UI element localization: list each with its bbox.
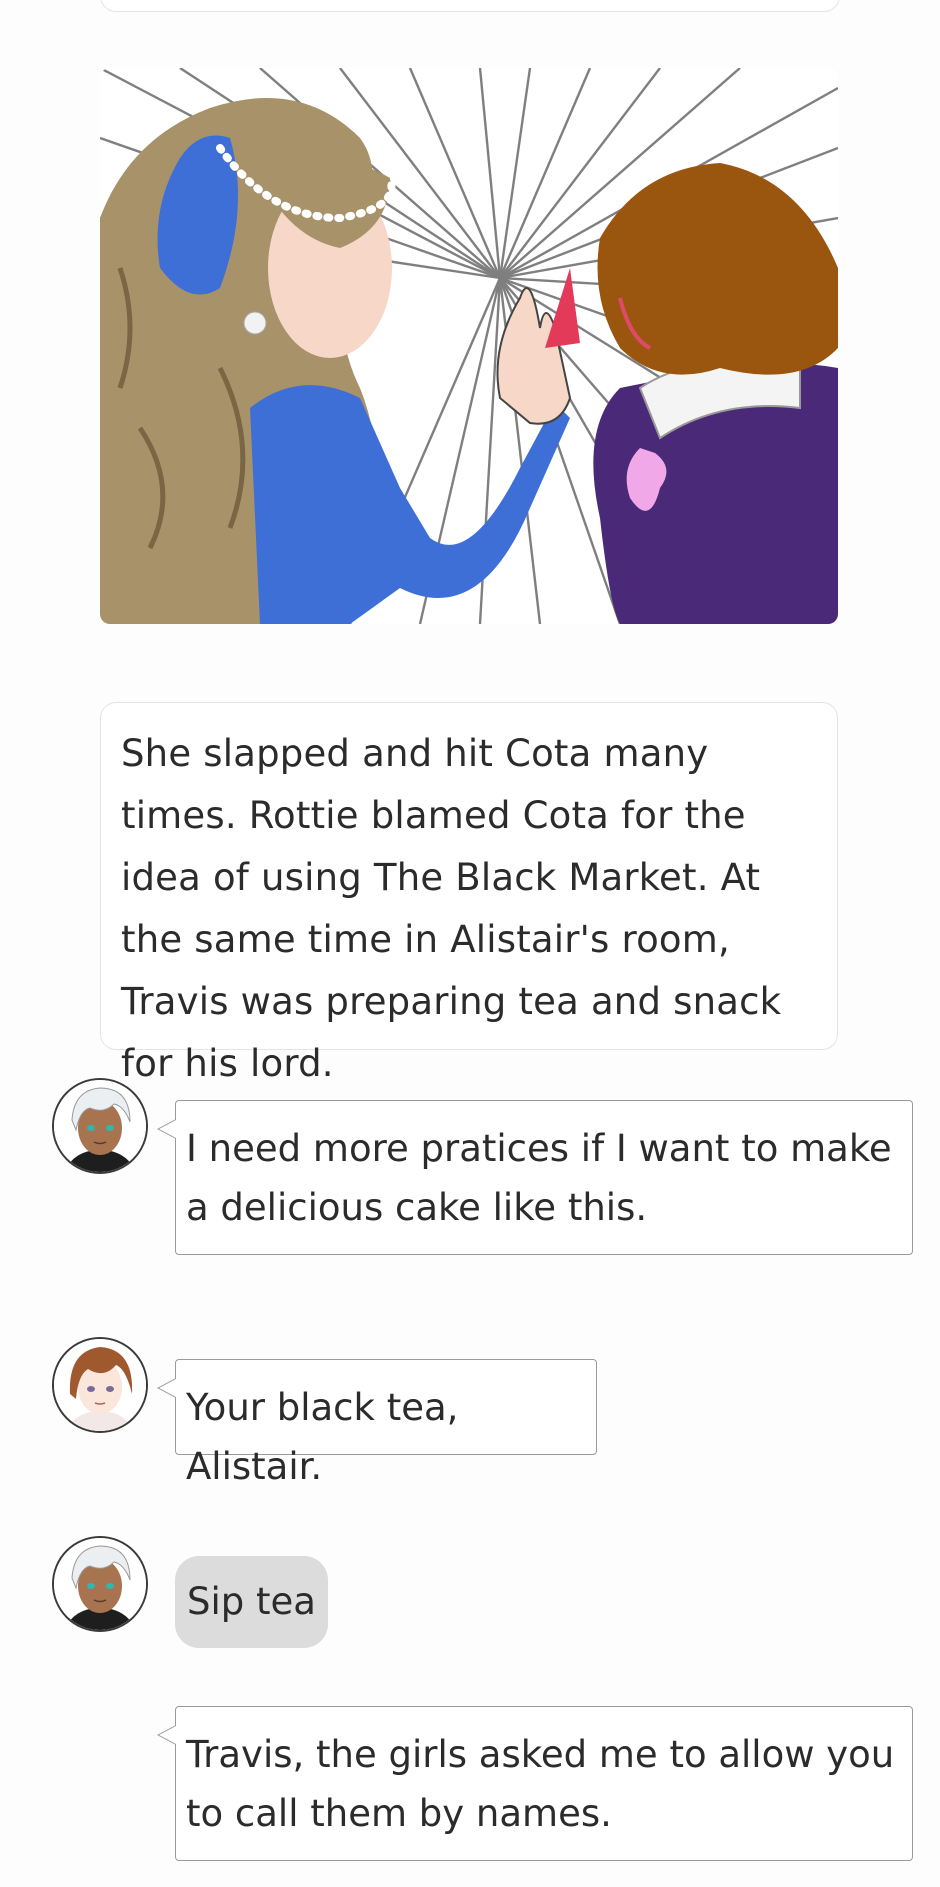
action-bubble: Sip tea xyxy=(175,1556,328,1648)
story-illustration xyxy=(100,68,838,624)
speech-bubble: I need more pratices if I want to make a… xyxy=(157,1100,913,1255)
narration-text: She slapped and hit Cota many times. Rot… xyxy=(100,702,838,1085)
previous-message-card xyxy=(100,0,840,12)
bubble-tail xyxy=(157,1725,176,1745)
alistair-avatar-icon[interactable] xyxy=(52,1078,148,1174)
message-text: I need more pratices if I want to make a… xyxy=(186,1127,892,1229)
message-text: Your black tea, Alistair. xyxy=(186,1386,459,1488)
bubble-tail xyxy=(157,1119,176,1139)
message-text: Travis, the girls asked me to allow you … xyxy=(186,1733,895,1835)
speech-bubble: Travis, the girls asked me to allow you … xyxy=(157,1706,913,1861)
travis-avatar-icon[interactable] xyxy=(52,1337,148,1433)
bubble-tail xyxy=(157,1378,176,1398)
alistair-avatar-icon[interactable] xyxy=(52,1536,148,1632)
speech-bubble: Your black tea, Alistair. xyxy=(157,1359,597,1488)
